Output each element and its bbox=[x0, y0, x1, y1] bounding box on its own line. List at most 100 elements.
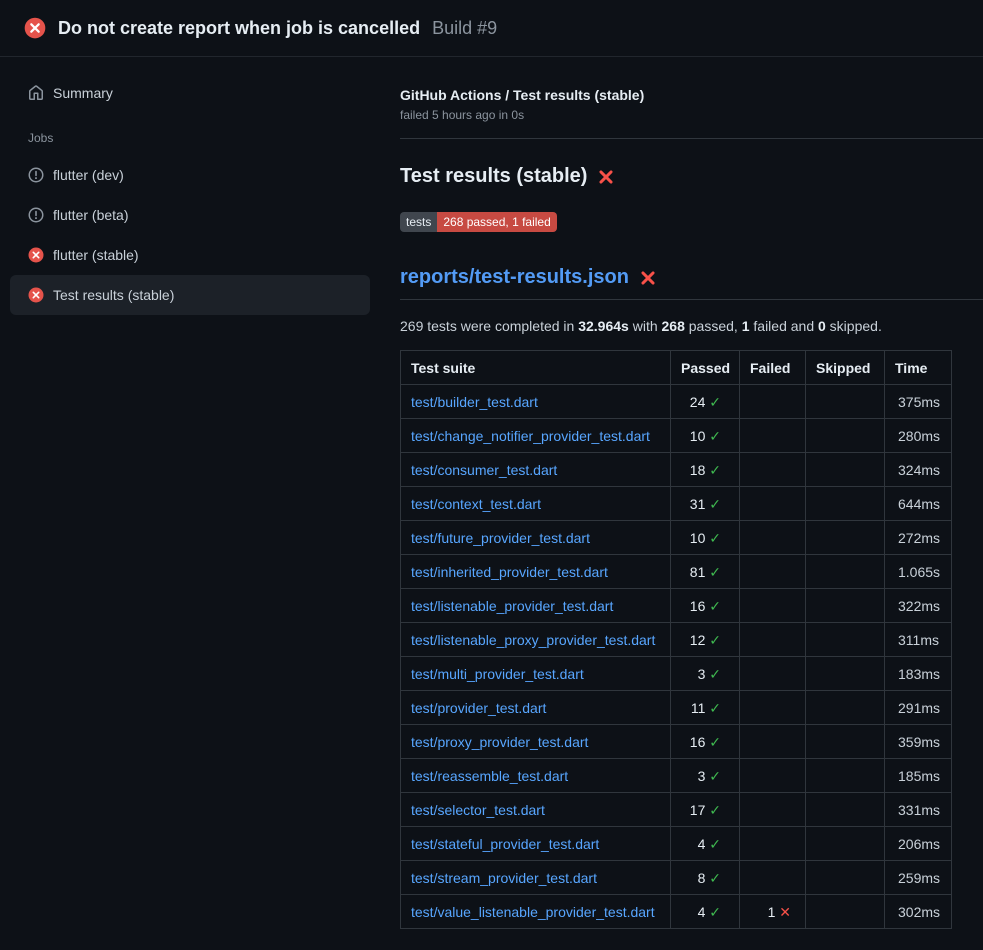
test-suite-cell: test/builder_test.dart bbox=[401, 385, 671, 419]
failed-cell bbox=[740, 453, 806, 487]
test-suite-link[interactable]: test/listenable_provider_test.dart bbox=[411, 598, 613, 614]
test-suite-cell: test/future_provider_test.dart bbox=[401, 521, 671, 555]
failed-cell bbox=[740, 691, 806, 725]
passed-cell: 10 ✓ bbox=[671, 419, 740, 453]
home-icon bbox=[28, 85, 44, 101]
test-suite-link[interactable]: test/stateful_provider_test.dart bbox=[411, 836, 599, 852]
failed-cell bbox=[740, 487, 806, 521]
tests-badge-value: 268 passed, 1 failed bbox=[437, 212, 556, 232]
table-row: test/provider_test.dart11 ✓291ms bbox=[401, 691, 952, 725]
sidebar-item-job[interactable]: flutter (beta) bbox=[10, 195, 370, 235]
check-icon: ✓ bbox=[709, 700, 721, 716]
table-row: test/stateful_provider_test.dart4 ✓206ms bbox=[401, 827, 952, 861]
skipped-cell bbox=[806, 759, 885, 793]
test-suite-link[interactable]: test/consumer_test.dart bbox=[411, 462, 557, 478]
passed-cell: 81 ✓ bbox=[671, 555, 740, 589]
table-row: test/stream_provider_test.dart8 ✓259ms bbox=[401, 861, 952, 895]
check-icon: ✓ bbox=[709, 632, 721, 648]
test-suite-cell: test/selector_test.dart bbox=[401, 793, 671, 827]
passed-cell: 3 ✓ bbox=[671, 657, 740, 691]
sidebar-item-job[interactable]: Test results (stable) bbox=[10, 275, 370, 315]
passed-cell: 16 ✓ bbox=[671, 589, 740, 623]
test-suite-link[interactable]: test/proxy_provider_test.dart bbox=[411, 734, 588, 750]
failed-cell bbox=[740, 861, 806, 895]
test-suite-link[interactable]: test/multi_provider_test.dart bbox=[411, 666, 584, 682]
passed-cell: 4 ✓ bbox=[671, 827, 740, 861]
check-icon: ✓ bbox=[709, 870, 721, 886]
run-meta: failed 5 hours ago in 0s bbox=[400, 108, 983, 122]
summary-text-segment: 32.964s bbox=[578, 318, 629, 334]
test-suite-link[interactable]: test/provider_test.dart bbox=[411, 700, 546, 716]
time-cell: 375ms bbox=[885, 385, 952, 419]
build-title: Do not create report when job is cancell… bbox=[58, 18, 420, 39]
skipped-cell bbox=[806, 487, 885, 521]
time-cell: 259ms bbox=[885, 861, 952, 895]
job-label: flutter (beta) bbox=[53, 207, 128, 223]
tests-badge-label: tests bbox=[400, 212, 437, 232]
table-row: test/listenable_proxy_provider_test.dart… bbox=[401, 623, 952, 657]
test-suite-link[interactable]: test/listenable_proxy_provider_test.dart bbox=[411, 632, 655, 648]
time-cell: 359ms bbox=[885, 725, 952, 759]
test-suite-link[interactable]: test/builder_test.dart bbox=[411, 394, 538, 410]
test-suite-cell: test/provider_test.dart bbox=[401, 691, 671, 725]
test-suite-link[interactable]: test/inherited_provider_test.dart bbox=[411, 564, 608, 580]
time-cell: 183ms bbox=[885, 657, 952, 691]
time-cell: 185ms bbox=[885, 759, 952, 793]
divider bbox=[400, 138, 983, 139]
summary-text-segment: 0 bbox=[818, 318, 826, 334]
passed-cell: 17 ✓ bbox=[671, 793, 740, 827]
column-header-time: Time bbox=[885, 351, 952, 385]
skipped-cell bbox=[806, 895, 885, 929]
skipped-cell bbox=[806, 589, 885, 623]
check-icon: ✓ bbox=[709, 428, 721, 444]
jobs-section-label: Jobs bbox=[10, 113, 370, 155]
skipped-cell bbox=[806, 725, 885, 759]
time-cell: 1.065s bbox=[885, 555, 952, 589]
sidebar-summary-label: Summary bbox=[53, 85, 113, 101]
table-row: test/selector_test.dart 17 ✓ 331ms bbox=[401, 793, 952, 827]
table-row: test/context_test.dart31 ✓644ms bbox=[401, 487, 952, 521]
sidebar-item-job[interactable]: flutter (stable) bbox=[10, 235, 370, 275]
passed-cell: 10 ✓ bbox=[671, 521, 740, 555]
skipped-cell bbox=[806, 657, 885, 691]
check-icon: ✓ bbox=[709, 394, 721, 410]
report-heading: reports/test-results.json bbox=[400, 266, 983, 300]
column-header-test-suite: Test suite bbox=[401, 351, 671, 385]
time-cell: 322ms bbox=[885, 589, 952, 623]
test-suite-link[interactable]: test/reassemble_test.dart bbox=[411, 768, 568, 784]
skipped-cell bbox=[806, 691, 885, 725]
test-suite-link[interactable]: test/future_provider_test.dart bbox=[411, 530, 590, 546]
report-file-link[interactable]: reports/test-results.json bbox=[400, 266, 629, 289]
sidebar-item-summary[interactable]: Summary bbox=[10, 73, 370, 113]
table-row: test/change_notifier_provider_test.dart 1… bbox=[401, 419, 952, 453]
table-header-row: Test suite Passed Failed Skipped Time bbox=[401, 351, 952, 385]
test-suite-link[interactable]: test/value_listenable_provider_test.dart bbox=[411, 904, 655, 920]
failed-cell bbox=[740, 725, 806, 759]
sidebar-item-job[interactable]: flutter (dev) bbox=[10, 155, 370, 195]
test-suite-cell: test/stateful_provider_test.dart bbox=[401, 827, 671, 861]
test-suite-link[interactable]: test/selector_test.dart bbox=[411, 802, 545, 818]
summary-text-segment: skipped. bbox=[826, 318, 882, 334]
skipped-cell bbox=[806, 623, 885, 657]
check-icon: ✓ bbox=[709, 462, 721, 478]
results-table-body: test/builder_test.dart24 ✓375mstest/chan… bbox=[401, 385, 952, 929]
neutral-status-icon bbox=[28, 207, 44, 223]
test-suite-link[interactable]: test/change_notifier_provider_test.dart bbox=[411, 428, 650, 444]
check-icon: ✓ bbox=[709, 496, 721, 512]
skipped-cell bbox=[806, 793, 885, 827]
table-row: test/inherited_provider_test.dart 81 ✓ 1.0… bbox=[401, 555, 952, 589]
passed-cell: 24 ✓ bbox=[671, 385, 740, 419]
failed-x-icon bbox=[597, 168, 615, 186]
time-cell: 331ms bbox=[885, 793, 952, 827]
test-suite-cell: test/context_test.dart bbox=[401, 487, 671, 521]
main-content: GitHub Actions / Test results (stable) f… bbox=[380, 57, 983, 929]
failed-cell bbox=[740, 827, 806, 861]
test-suite-link[interactable]: test/context_test.dart bbox=[411, 496, 541, 512]
column-header-skipped: Skipped bbox=[806, 351, 885, 385]
table-row: test/multi_provider_test.dart 3 ✓ 183ms bbox=[401, 657, 952, 691]
test-suite-cell: test/listenable_provider_test.dart bbox=[401, 589, 671, 623]
test-suite-cell: test/inherited_provider_test.dart bbox=[401, 555, 671, 589]
test-suite-cell: test/reassemble_test.dart bbox=[401, 759, 671, 793]
section-title-text: Test results (stable) bbox=[400, 165, 587, 188]
test-suite-link[interactable]: test/stream_provider_test.dart bbox=[411, 870, 597, 886]
